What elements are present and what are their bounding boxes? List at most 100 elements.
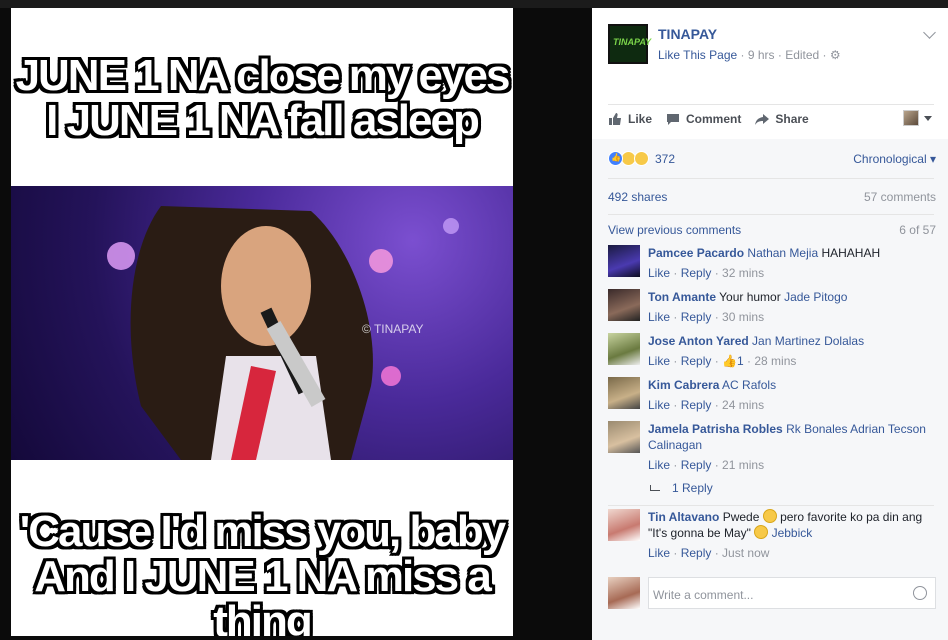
tagged-name[interactable]: Jebbick <box>772 526 813 540</box>
commenter-avatar[interactable] <box>608 245 640 277</box>
post-time: · 9 hrs · Edited · <box>740 48 827 62</box>
comment-reply-link[interactable]: Reply <box>681 310 712 324</box>
top-strip <box>0 0 948 8</box>
comment-like-link[interactable]: Like <box>648 546 670 560</box>
meme-bottom-line-2: And I JUNE 1 NA miss a thing <box>34 551 492 636</box>
like-button[interactable]: Like <box>608 112 652 126</box>
shares-link[interactable]: 492 shares <box>608 190 667 204</box>
comment-time[interactable]: · 32 mins <box>715 266 764 280</box>
comment-like-link[interactable]: Like <box>648 354 670 368</box>
replies-count: 1 Reply <box>672 481 713 495</box>
comment-time[interactable]: · 28 mins <box>747 354 796 368</box>
comment-meta: Like · Reply · 👍1 · 28 mins <box>648 354 797 368</box>
current-user-avatar <box>608 577 640 609</box>
singer-photo: © TINAPAY <box>11 186 513 460</box>
viewer-stage: JUNE 1 NA close my eyes I JUNE 1 NA fall… <box>0 0 948 640</box>
emoji-picker-icon[interactable] <box>913 586 927 600</box>
comment-input-placeholder: Write a comment... <box>653 588 754 602</box>
reactions-summary[interactable]: 372 <box>608 151 675 166</box>
comments-count[interactable]: 57 comments <box>864 190 936 204</box>
divider <box>608 214 934 215</box>
view-replies-link[interactable]: 1 Reply <box>650 481 713 495</box>
comment-time[interactable]: · 21 mins <box>715 458 764 472</box>
comment-time[interactable]: · 30 mins <box>715 310 764 324</box>
commenter-name[interactable]: Pamcee Pacardo <box>648 246 744 260</box>
comment-button[interactable]: Comment <box>666 112 741 126</box>
like-label: Like <box>628 112 653 126</box>
divider <box>608 104 934 105</box>
comment-reply-link[interactable]: Reply <box>681 354 712 368</box>
comment-body: Jamela Patrisha Robles Rk Bonales Adrian… <box>648 421 938 473</box>
commenter-avatar[interactable] <box>608 377 640 409</box>
comment-meta: Like · Reply · 30 mins <box>648 310 765 324</box>
share-arrow-icon <box>755 114 770 125</box>
sad-reaction-icon <box>634 151 649 166</box>
meme-bottom-caption: 'Cause I'd miss you, baby And I JUNE 1 N… <box>11 507 513 636</box>
meme-bottom-line-1: 'Cause I'd miss you, baby <box>19 507 506 556</box>
comment-reply-link[interactable]: Reply <box>681 266 712 280</box>
singer-illustration <box>107 206 459 460</box>
commenter-avatar[interactable] <box>608 509 640 541</box>
comment-text-a: Pwede <box>722 510 760 524</box>
commenter-name[interactable]: Jose Anton Yared <box>648 334 749 348</box>
post-panel: TINAPAY TINAPAY Like This Page · 9 hrs ·… <box>592 8 948 640</box>
commenter-avatar[interactable] <box>608 333 640 365</box>
tagged-name[interactable]: Jade Pitogo <box>784 290 847 304</box>
comment-likes-count[interactable]: 👍1 <box>722 354 744 368</box>
post-image[interactable]: JUNE 1 NA close my eyes I JUNE 1 NA fall… <box>11 8 513 636</box>
sort-dropdown[interactable]: Chronological ▾ <box>853 152 936 166</box>
watermark: © TINAPAY <box>362 322 424 336</box>
tagged-name[interactable]: AC Rafols <box>722 378 776 392</box>
comment-icon <box>667 114 680 125</box>
post-options-chevron-icon[interactable] <box>923 26 936 39</box>
commenter-avatar[interactable] <box>608 289 640 321</box>
comment-like-link[interactable]: Like <box>648 266 670 280</box>
tagged-name[interactable]: Nathan Mejia <box>747 246 818 260</box>
comment-body: Kim Cabrera AC Rafols Like · Reply · 24 … <box>648 377 938 413</box>
privacy-gear-icon[interactable]: ⚙ <box>830 48 841 62</box>
comment-reply-link[interactable]: Reply <box>681 458 712 472</box>
commenter-name[interactable]: Jamela Patrisha Robles <box>648 422 783 436</box>
post-actions: Like Comment Share <box>608 112 823 126</box>
divider <box>608 178 934 179</box>
comment-likes-number: 1 <box>737 354 744 368</box>
view-previous-comments[interactable]: View previous comments <box>608 223 741 237</box>
comment-like-link[interactable]: Like <box>648 398 670 412</box>
profile-avatar <box>903 110 919 126</box>
like-reaction-icon <box>608 151 623 166</box>
post-meta: Like This Page · 9 hrs · Edited · ⚙ <box>658 48 841 62</box>
comment-input[interactable]: Write a comment... <box>648 577 936 609</box>
comment-text: Your humor <box>719 290 781 304</box>
caret-down-icon: ▾ <box>929 152 936 166</box>
commenter-name[interactable]: Kim Cabrera <box>648 378 719 392</box>
comment-meta: Like · Reply · 32 mins <box>648 266 765 280</box>
page-logo-text: TINAPAY <box>613 37 652 47</box>
reaction-count[interactable]: 372 <box>655 152 675 166</box>
thumbs-up-icon: 👍 <box>722 354 737 368</box>
commenter-name[interactable]: Tin Altavano <box>648 510 719 524</box>
commenter-avatar[interactable] <box>608 421 640 453</box>
comment-meta: Like · Reply · Just now <box>648 546 770 560</box>
comment-reply-link[interactable]: Reply <box>681 398 712 412</box>
meme-top-line-2: I JUNE 1 NA fall asleep <box>46 95 480 145</box>
comment-like-link[interactable]: Like <box>648 458 670 472</box>
share-button[interactable]: Share <box>755 112 809 126</box>
post-as-selector[interactable] <box>903 110 932 126</box>
comment-meta: Like · Reply · 21 mins <box>648 458 765 472</box>
page-name-link[interactable]: TINAPAY <box>658 26 717 42</box>
comment-time[interactable]: · 24 mins <box>715 398 764 412</box>
share-label: Share <box>775 112 809 126</box>
comment-time[interactable]: · Just now <box>715 546 770 560</box>
comment-text: HAHAHAH <box>821 246 881 260</box>
page-logo[interactable]: TINAPAY <box>608 24 652 64</box>
comment-body: Pamcee Pacardo Nathan Mejia HAHAHAH Like… <box>648 245 938 281</box>
thumbs-up-icon <box>609 113 621 125</box>
comment-like-link[interactable]: Like <box>648 310 670 324</box>
comments-pager: 6 of 57 <box>899 223 936 237</box>
laugh-emoji-icon <box>754 525 769 539</box>
tagged-name[interactable]: Jan Martinez Dolalas <box>752 334 864 348</box>
like-page-link[interactable]: Like This Page <box>658 48 737 62</box>
comment-reply-link[interactable]: Reply <box>681 546 712 560</box>
commenter-name[interactable]: Ton Amante <box>648 290 716 304</box>
sort-label: Chronological <box>853 152 927 166</box>
